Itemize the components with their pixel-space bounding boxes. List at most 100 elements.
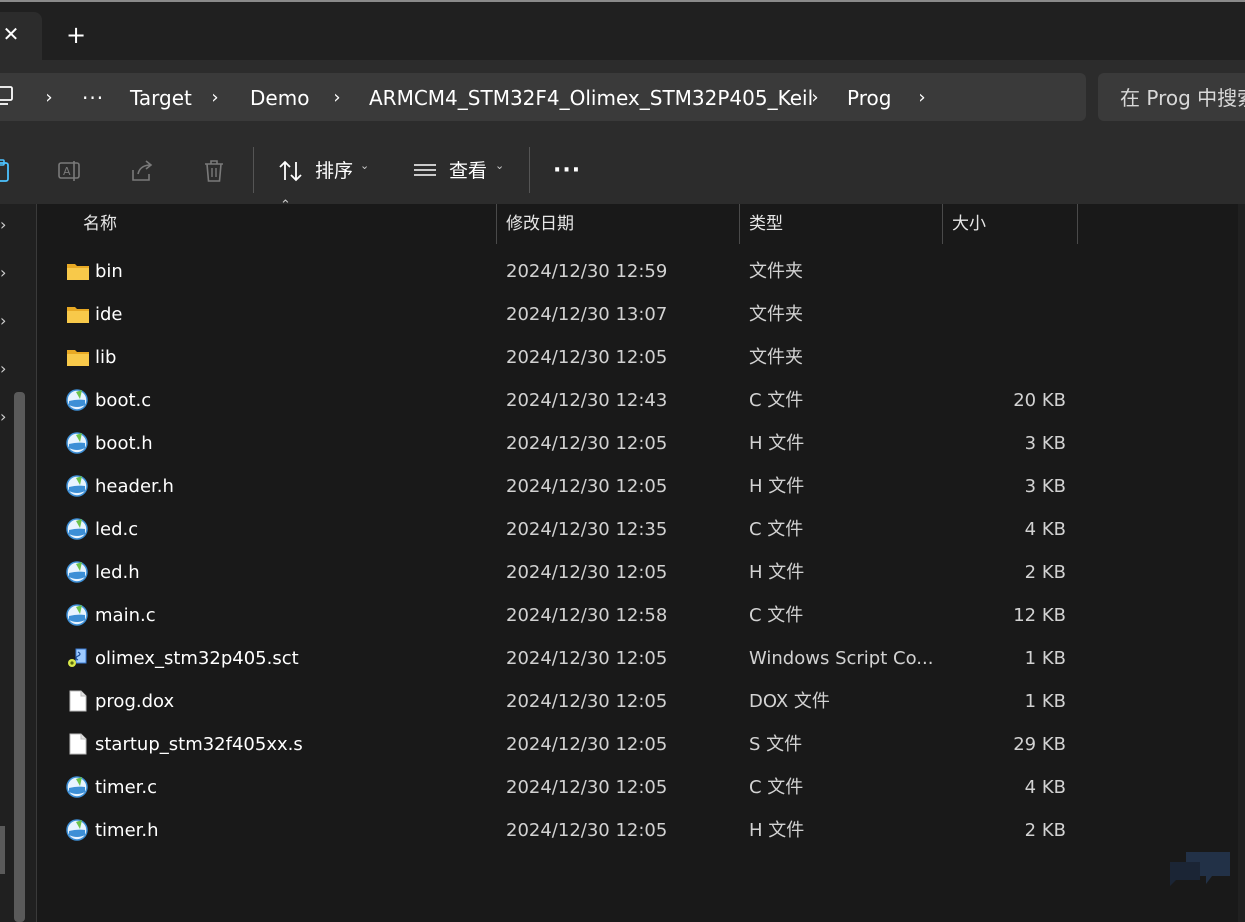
file-type: H 文件: [749, 562, 805, 583]
breadcrumb-separator[interactable]: ›: [330, 84, 344, 112]
folder-row[interactable]: ide 2024/12/30 13:07 文件夹: [46, 293, 1077, 336]
file-modified-date: 2024/12/30 12:35: [506, 519, 668, 540]
blank-file-icon: [69, 733, 87, 755]
view-icon[interactable]: [412, 158, 438, 184]
breadcrumb-separator[interactable]: ›: [208, 84, 222, 112]
folder-icon: [67, 350, 89, 366]
file-name: main.c: [95, 605, 156, 626]
vertical-scrollbar[interactable]: [1238, 204, 1245, 922]
file-size: 2 KB: [1024, 820, 1066, 841]
breadcrumb-separator[interactable]: ›: [915, 84, 929, 112]
navigation-scrollbar[interactable]: [14, 392, 25, 922]
sort-button[interactable]: 排序: [315, 157, 353, 185]
folder-row[interactable]: lib 2024/12/30 12:05 文件夹: [46, 336, 1077, 379]
breadcrumb-item-prog[interactable]: Prog: [847, 84, 891, 112]
file-type: DOX 文件: [749, 691, 830, 712]
file-name: startup_stm32f405xx.s: [95, 734, 303, 755]
file-modified-date: 2024/12/30 12:05: [506, 648, 668, 669]
sort-icon[interactable]: [278, 158, 304, 184]
file-type: 文件夹: [749, 261, 803, 282]
source-file-icon: [66, 432, 88, 454]
column-header-type[interactable]: 类型: [749, 204, 783, 244]
file-size: [946, 250, 1066, 293]
chevron-down-icon[interactable]: ⌄: [495, 159, 504, 172]
view-button[interactable]: 查看: [449, 157, 487, 185]
file-modified-date: 2024/12/30 12:43: [506, 390, 668, 411]
file-row[interactable]: olimex_stm32p405.sct 2024/12/30 12:05 Wind…: [46, 637, 1077, 680]
file-size: [946, 336, 1066, 379]
column-header-date[interactable]: 修改日期: [506, 204, 574, 244]
file-size: 1 KB: [1024, 648, 1066, 669]
breadcrumb-item-demo[interactable]: Demo: [250, 84, 309, 112]
column-header-size[interactable]: 大小: [952, 204, 986, 244]
file-size: 20 KB: [1013, 390, 1066, 411]
file-size: [946, 293, 1066, 336]
new-tab-button[interactable]: +: [63, 22, 89, 48]
file-row[interactable]: startup_stm32f405xx.s 2024/12/30 12:05 S 文…: [46, 723, 1077, 766]
folder-icon: [67, 264, 89, 280]
file-size: 2 KB: [1024, 562, 1066, 583]
column-header-name[interactable]: 名称: [83, 204, 117, 244]
pane-divider[interactable]: [36, 204, 37, 922]
file-row[interactable]: led.c 2024/12/30 12:35 C 文件 4 KB: [46, 508, 1077, 551]
search-placeholder: 在 Prog 中搜索: [1120, 86, 1245, 110]
rename-icon[interactable]: A: [57, 158, 83, 184]
column-divider[interactable]: [496, 204, 497, 244]
file-type: Windows Script Co...: [749, 648, 934, 669]
toolbar-separator: [253, 147, 254, 193]
file-row[interactable]: timer.h 2024/12/30 12:05 H 文件 2 KB: [46, 809, 1077, 852]
nav-expand-icon[interactable]: ›: [0, 407, 10, 426]
file-modified-date: 2024/12/30 12:05: [506, 476, 668, 497]
file-modified-date: 2024/12/30 12:05: [506, 691, 668, 712]
folder-row[interactable]: bin 2024/12/30 12:59 文件夹: [46, 250, 1077, 293]
folder-icon: [67, 307, 89, 323]
source-file-icon: [66, 604, 88, 626]
more-options-button[interactable]: ···: [553, 157, 581, 185]
file-row[interactable]: timer.c 2024/12/30 12:05 C 文件 4 KB: [46, 766, 1077, 809]
file-modified-date: 2024/12/30 12:05: [506, 777, 668, 798]
source-file-icon: [66, 475, 88, 497]
this-pc-icon[interactable]: [0, 85, 14, 107]
file-type: H 文件: [749, 433, 805, 454]
file-modified-date: 2024/12/30 12:05: [506, 820, 668, 841]
file-name: lib: [95, 347, 117, 368]
file-row[interactable]: led.h 2024/12/30 12:05 H 文件 2 KB: [46, 551, 1077, 594]
breadcrumb-separator[interactable]: ›: [42, 84, 56, 112]
file-row[interactable]: header.h 2024/12/30 12:05 H 文件 3 KB: [46, 465, 1077, 508]
nav-expand-icon[interactable]: ›: [0, 215, 10, 234]
close-tab-icon[interactable]: ✕: [0, 22, 22, 46]
file-type: C 文件: [749, 605, 804, 626]
breadcrumb-item-project[interactable]: ARMCM4_STM32F4_Olimex_STM32P405_Keil: [369, 84, 813, 112]
breadcrumb-separator[interactable]: ›: [808, 84, 822, 112]
sort-ascending-icon: ⌃: [280, 198, 291, 213]
breadcrumb-item-target[interactable]: Target: [130, 84, 192, 112]
nav-expand-icon[interactable]: ›: [0, 263, 10, 282]
breadcrumb-overflow-button[interactable]: ···: [82, 84, 104, 112]
file-row[interactable]: boot.h 2024/12/30 12:05 H 文件 3 KB: [46, 422, 1077, 465]
column-divider[interactable]: [942, 204, 943, 244]
file-name: boot.h: [95, 433, 153, 454]
file-name: ide: [95, 304, 123, 325]
toolbar-separator: [529, 147, 530, 193]
file-row[interactable]: boot.c 2024/12/30 12:43 C 文件 20 KB: [46, 379, 1077, 422]
nav-expand-icon[interactable]: ›: [0, 359, 10, 378]
column-divider[interactable]: [1077, 204, 1078, 244]
file-type: C 文件: [749, 519, 804, 540]
share-icon[interactable]: [129, 158, 155, 184]
file-modified-date: 2024/12/30 12:05: [506, 734, 668, 755]
file-name: led.c: [95, 519, 139, 540]
chevron-down-icon[interactable]: ⌄: [360, 159, 369, 172]
delete-icon[interactable]: [201, 158, 227, 184]
file-row[interactable]: prog.dox 2024/12/30 12:05 DOX 文件 1 KB: [46, 680, 1077, 723]
blank-file-icon: [69, 690, 87, 712]
file-size: 3 KB: [1024, 433, 1066, 454]
file-row[interactable]: main.c 2024/12/30 12:58 C 文件 12 KB: [46, 594, 1077, 637]
column-divider[interactable]: [739, 204, 740, 244]
file-modified-date: 2024/12/30 12:05: [506, 347, 668, 368]
file-name: boot.c: [95, 390, 152, 411]
source-file-icon: [66, 389, 88, 411]
nav-expand-icon[interactable]: ›: [0, 311, 10, 330]
file-name: header.h: [95, 476, 174, 497]
file-size: 4 KB: [1024, 519, 1066, 540]
paste-icon[interactable]: [0, 158, 14, 184]
